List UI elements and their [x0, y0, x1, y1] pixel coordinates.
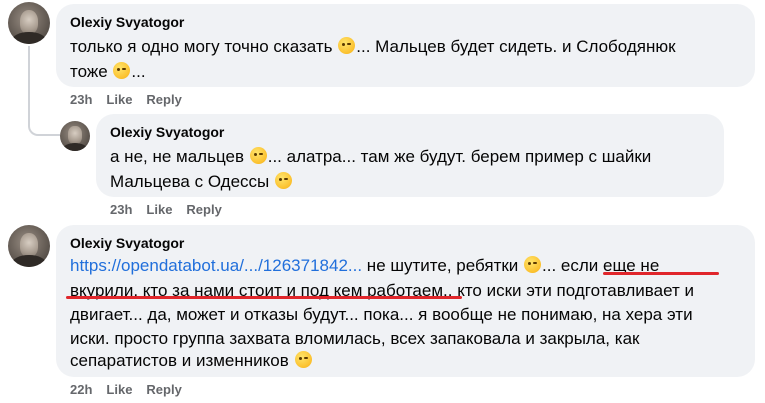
highlight-underline — [66, 296, 462, 299]
timestamp[interactable]: 22h — [70, 382, 92, 397]
comment-text-line: двигает... да, может и отказы будут... п… — [70, 305, 693, 324]
wink-emoji-icon — [524, 256, 542, 273]
comment-text-line: сепаратистов и изменников — [70, 348, 313, 373]
reply-button[interactable]: Reply — [186, 202, 221, 217]
highlight-underline — [603, 272, 719, 275]
comment-author[interactable]: Olexiy Svyatogor — [70, 14, 184, 30]
wink-emoji-icon — [275, 172, 292, 189]
like-button[interactable]: Like — [106, 382, 132, 397]
comment-author[interactable]: Olexiy Svyatogor — [70, 235, 184, 251]
comment-meta: 23h Like Reply — [110, 202, 236, 217]
like-button[interactable]: Like — [106, 92, 132, 107]
thread-connector — [28, 46, 60, 136]
comment-text-line: Мальцева с Одессы — [110, 169, 293, 194]
avatar[interactable] — [60, 121, 90, 151]
comment-text-line: а не, не мальцев ... алатра... там же бу… — [110, 147, 652, 166]
opendatabot-link[interactable]: https://opendatabot.ua/.../126371842... — [70, 256, 362, 275]
comment-text-line: https://opendatabot.ua/.../126371842... … — [70, 256, 660, 275]
wink-emoji-icon — [338, 37, 356, 54]
timestamp[interactable]: 23h — [110, 202, 132, 217]
comment-text-line: тоже ... — [70, 62, 146, 81]
timestamp[interactable]: 23h — [70, 92, 92, 107]
comment-text-line: вкурили, кто за нами стоит и под кем раб… — [70, 281, 694, 300]
avatar[interactable] — [8, 225, 50, 267]
reply-button[interactable]: Reply — [146, 382, 181, 397]
like-button[interactable]: Like — [146, 202, 172, 217]
avatar[interactable] — [8, 2, 50, 44]
comment-text-line: только я одно могу точно сказать ... Мал… — [70, 37, 676, 56]
comment-author[interactable]: Olexiy Svyatogor — [110, 124, 224, 140]
comment-meta: 22h Like Reply — [70, 382, 196, 397]
wink-emoji-icon — [249, 147, 267, 164]
comment-meta: 23h Like Reply — [70, 92, 196, 107]
wink-emoji-icon — [294, 351, 312, 368]
wink-emoji-icon — [113, 62, 131, 79]
reply-button[interactable]: Reply — [146, 92, 181, 107]
